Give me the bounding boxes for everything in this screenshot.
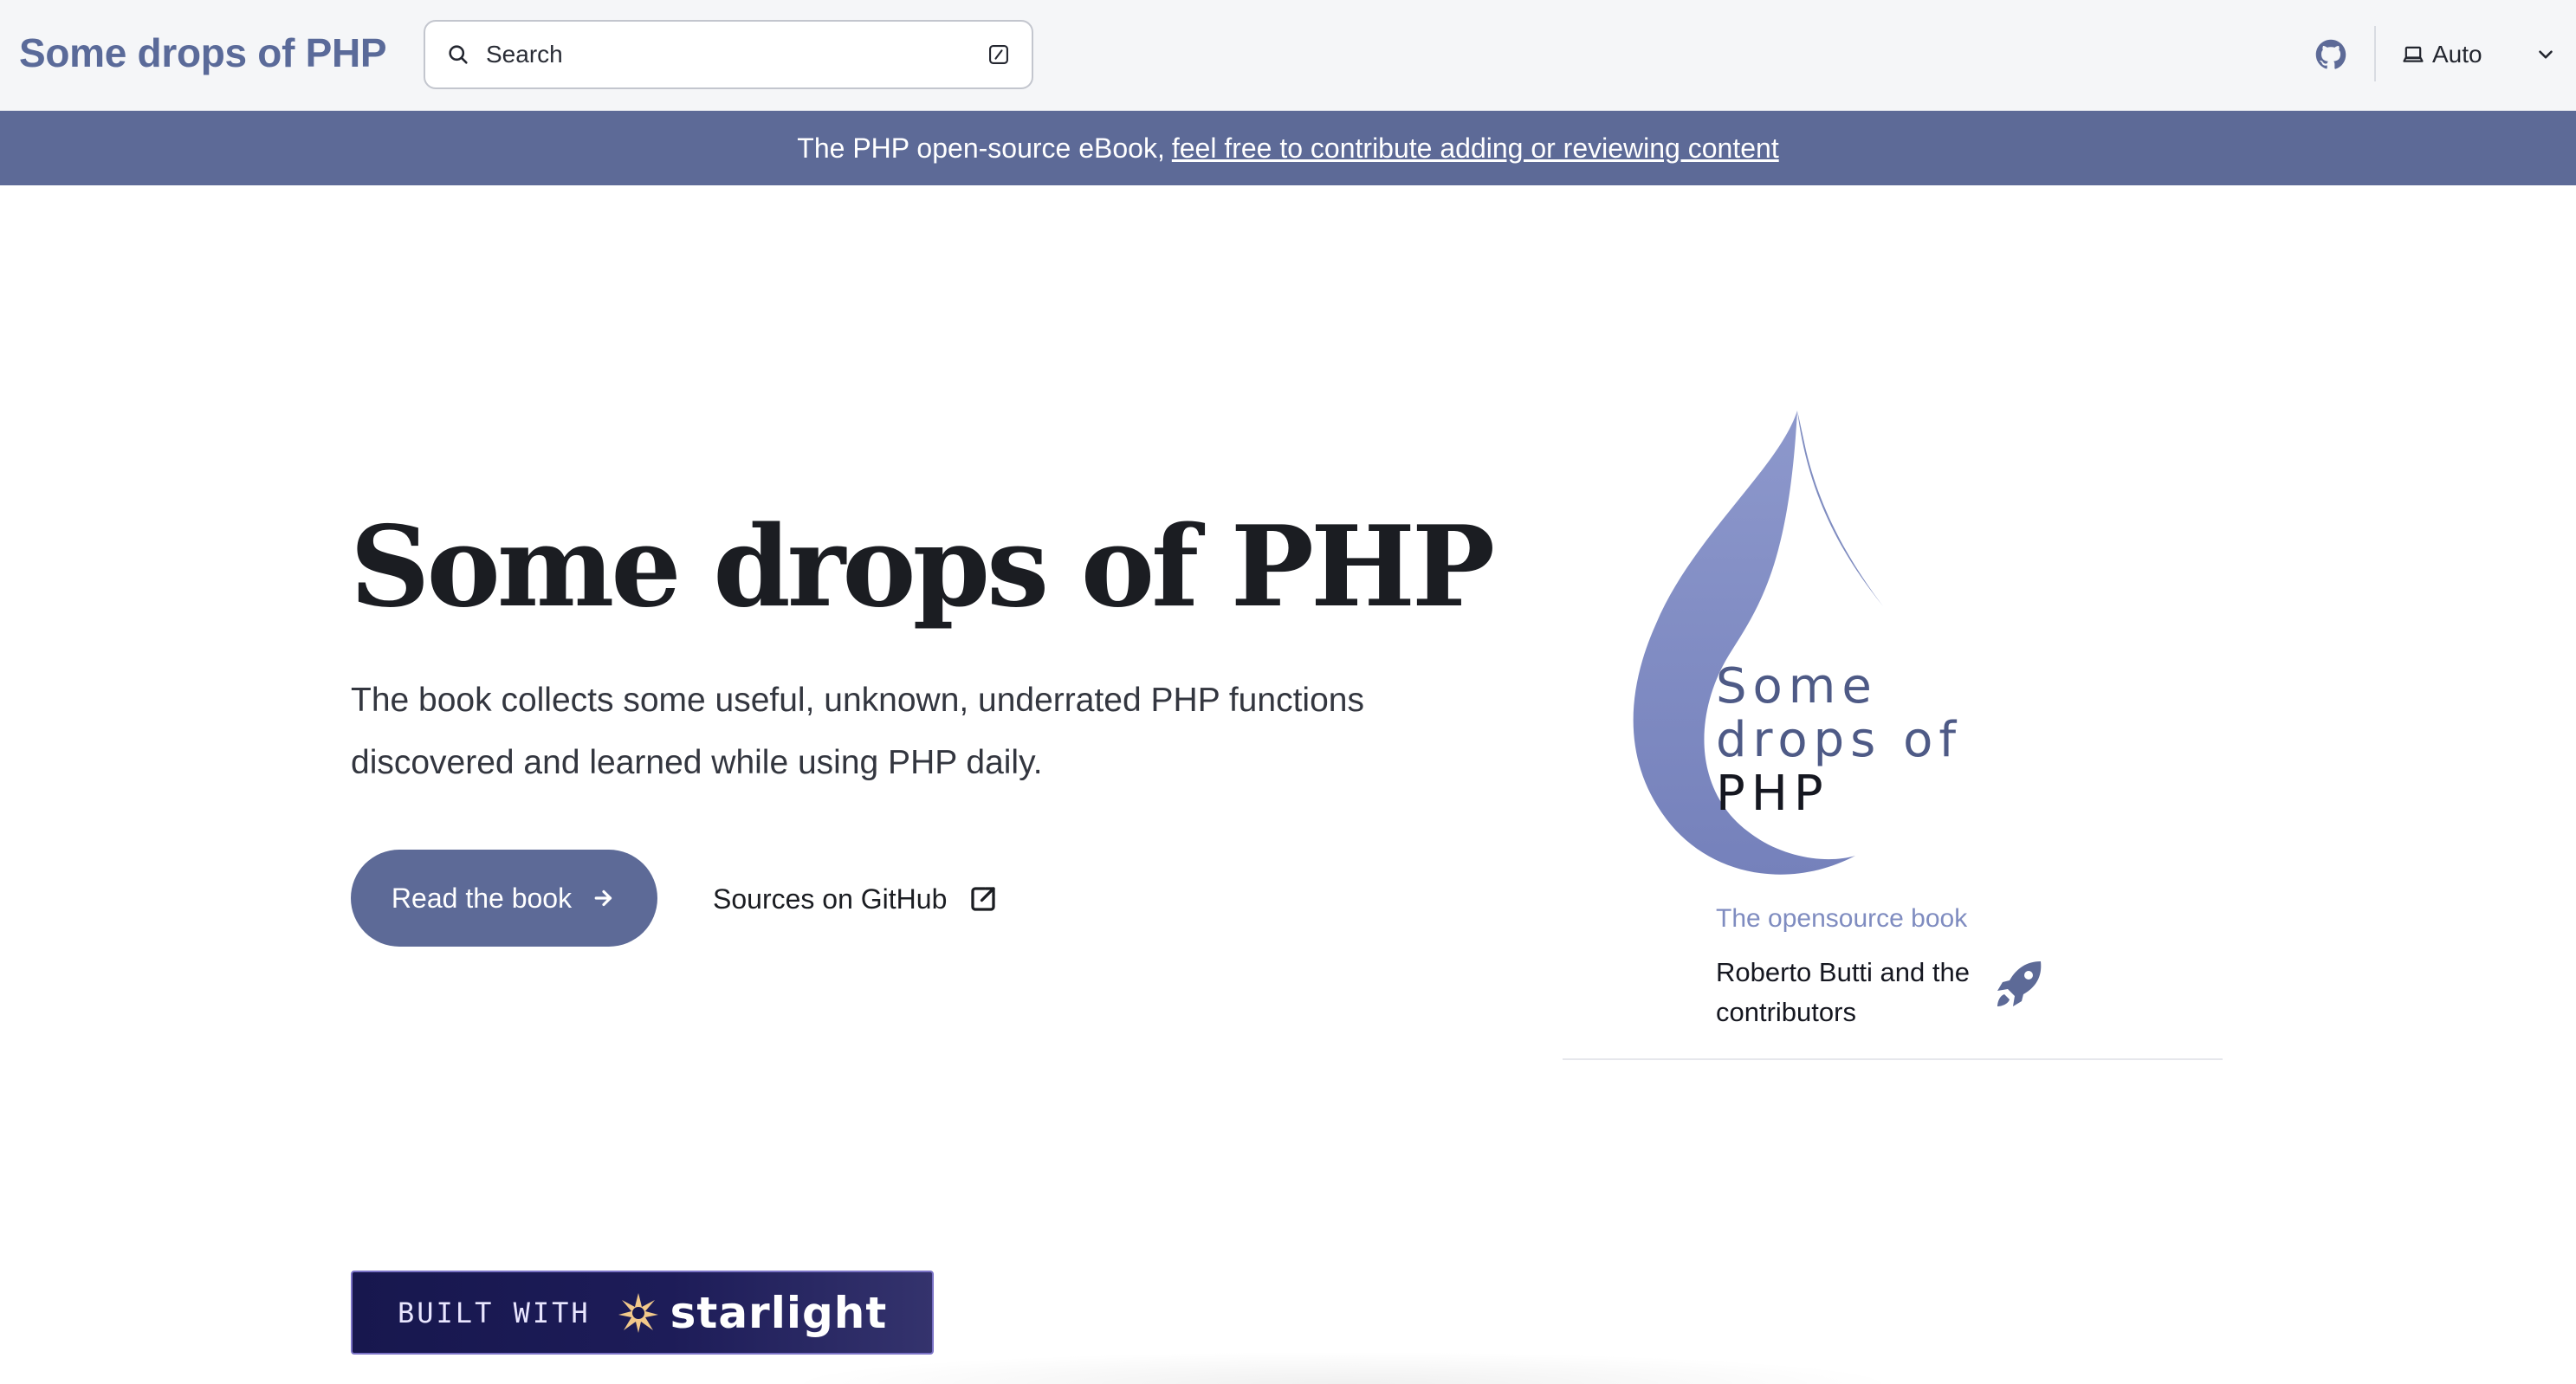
cover-title: Some drops of PHP [1716, 660, 1962, 821]
cover-subtitle: The opensource book [1716, 904, 1968, 933]
badge-prefix: BUILT WITH [398, 1296, 591, 1329]
announcement-banner: The PHP open-source eBook, feel free to … [0, 111, 2576, 185]
cover-divider [1563, 1058, 2223, 1060]
header-divider [2374, 26, 2376, 81]
banner-text: The PHP open-source eBook, [797, 132, 1165, 164]
banner-contribute-link[interactable]: feel free to contribute adding or review… [1172, 133, 1779, 165]
site-header: Some drops of PHP Search Auto [0, 0, 2576, 111]
bottom-shadow [780, 1351, 1906, 1384]
keyboard-shortcut-icon [987, 42, 1011, 67]
cover-title-line1: Some [1716, 658, 1878, 715]
github-icon [2315, 39, 2346, 70]
theme-value: Auto [2432, 41, 2482, 68]
built-with-starlight-badge[interactable]: BUILT WITH starlight [351, 1271, 934, 1355]
hero-tagline: The book collects some useful, unknown, … [351, 682, 1364, 781]
search-button[interactable]: Search [424, 20, 1033, 89]
sources-on-github-link[interactable]: Sources on GitHub [713, 880, 999, 918]
cover-authors: Roberto Butti and the contributors [1716, 957, 1970, 1027]
search-icon [446, 42, 470, 67]
starlight-star-icon [617, 1291, 660, 1335]
hero-title: Some drops of PHP [350, 502, 1495, 632]
external-link-icon [968, 883, 999, 915]
chevron-down-icon [2534, 43, 2557, 66]
cover-title-line3: PHP [1716, 766, 1829, 822]
laptop-icon [2401, 42, 2425, 67]
theme-select[interactable]: Auto [2401, 33, 2557, 76]
arrow-right-icon [591, 885, 617, 911]
github-link[interactable] [2314, 38, 2347, 71]
cover-title-line2: drops of [1716, 712, 1963, 768]
sources-on-github-label: Sources on GitHub [713, 883, 948, 915]
rocket-icon [1992, 956, 2048, 1012]
badge-brand: starlight [670, 1287, 888, 1338]
search-placeholder: Search [486, 41, 563, 68]
read-the-book-button[interactable]: Read the book [351, 850, 657, 947]
read-the-book-label: Read the book [391, 882, 573, 914]
site-title[interactable]: Some drops of PHP [19, 29, 387, 76]
